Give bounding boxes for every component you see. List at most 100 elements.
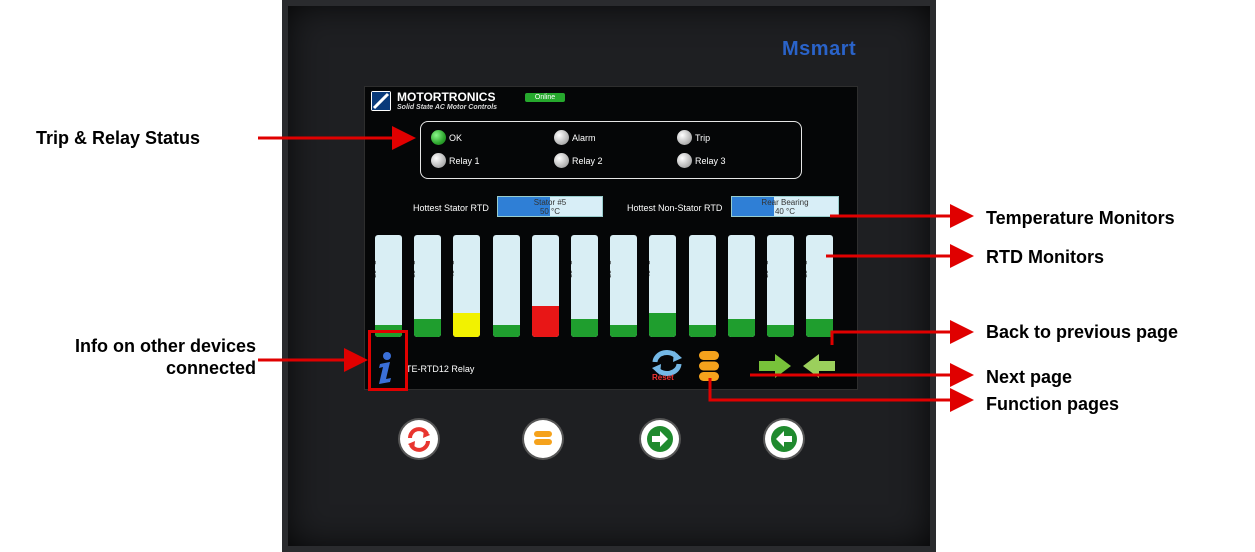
hottest-nonstator-value: 40 °C <box>774 207 796 216</box>
rtd-bar-fill <box>767 324 794 337</box>
rtd-bar: Stator #230 °C <box>414 235 442 337</box>
rtd-bar-fill <box>727 318 755 337</box>
rtd-bar-label: User Defined #230 °C <box>806 239 833 299</box>
rtd-bar-fill <box>492 324 520 337</box>
logo-name: MOTORTRONICS <box>397 90 496 104</box>
rtd-bar: User Defined #230 °C <box>806 235 834 337</box>
rtd-value: 30 °C <box>414 260 417 278</box>
status-label: Alarm <box>572 132 596 143</box>
rtd-bar-fill <box>571 318 598 337</box>
rtd-value: 20 °C <box>492 260 496 278</box>
annotation-info-line2: connected <box>165 358 256 378</box>
status-relay-3: Relay 3 <box>677 153 726 168</box>
rtd-bar: Front Bearing20 °C <box>610 235 638 337</box>
function-pages-button[interactable] <box>697 350 721 382</box>
rtd-bar-label: Rear Bearing40 °C <box>649 239 676 299</box>
rtd-value: 30 °C <box>727 260 731 278</box>
relay-2-led-icon <box>554 153 569 168</box>
relay-1-led-icon <box>431 153 446 168</box>
rtd-value: 40 °C <box>453 260 456 278</box>
motortronics-logo-icon <box>371 91 391 111</box>
rtd-bar: Stator #420 °C <box>492 235 520 337</box>
annotation-back: Back to previous page <box>986 322 1179 342</box>
status-label: Relay 1 <box>449 155 480 166</box>
rtd-value: 20 °C <box>610 260 613 278</box>
annotation-function: Function pages <box>986 394 1120 414</box>
rtd-value: 30 °C <box>806 260 809 278</box>
hw-next-button[interactable] <box>641 420 679 458</box>
info-highlight-box <box>368 330 408 391</box>
rtd-bar-label: Stator #120 °C <box>375 239 402 299</box>
reset-button[interactable]: Reset <box>650 349 684 385</box>
annotation-next: Next page <box>986 367 1073 387</box>
hw-reset-button[interactable] <box>400 420 438 458</box>
previous-page-button[interactable] <box>801 352 837 380</box>
rtd-bar-fill <box>531 306 559 337</box>
hottest-nonstator-text: Rear Bearing 40 °C <box>732 198 838 216</box>
rtd-bar: Rear Bearing40 °C <box>649 235 677 337</box>
rtd-bar-label: Stator #550 °C <box>532 239 559 299</box>
rtd-bar-label: Bearing Box20 °C <box>689 239 716 299</box>
rtd-bar-fill <box>649 312 677 337</box>
annotation-trip-relay: Trip & Relay Status <box>36 128 201 148</box>
rtd-value: 30 °C <box>571 260 574 278</box>
rtd-bar: Ambient30 °C <box>727 235 755 337</box>
hw-back-button[interactable] <box>765 420 803 458</box>
rtd-bar-fill <box>453 312 481 337</box>
status-alarm: Alarm <box>554 130 596 145</box>
arrow-left-icon <box>771 426 797 452</box>
rtd-bar: User Defined #120 °C <box>767 235 794 337</box>
rtd-bar: Bearing Box20 °C <box>688 235 716 337</box>
hottest-stator-text: Stator #5 50 °C <box>498 198 602 216</box>
ok-led-icon <box>431 130 446 145</box>
trip-led-icon <box>677 130 692 145</box>
trip-relay-status-panel: OK Alarm Trip Relay 1 Relay 2 Relay 3 <box>420 121 802 179</box>
reset-label: Reset <box>652 373 674 382</box>
hottest-stator-display: Stator #5 50 °C <box>497 196 603 217</box>
brand-logo: Msmart <box>782 38 857 60</box>
stack-icon <box>699 351 719 381</box>
hottest-nonstator-display: Rear Bearing 40 °C <box>731 196 839 217</box>
stack-icon <box>534 431 552 445</box>
arrow-left-icon <box>803 354 835 378</box>
rtd-bar-label: User Defined #120 °C <box>767 239 794 299</box>
rtd-bar-fill <box>414 318 442 337</box>
refresh-icon <box>408 427 430 452</box>
hw-function-button[interactable] <box>524 420 562 458</box>
status-label: Trip <box>695 132 711 143</box>
hottest-stator-name: Stator #5 <box>533 198 567 207</box>
rtd-bar-fill <box>610 324 638 337</box>
relay-3-led-icon <box>677 153 692 168</box>
hottest-nonstator-name: Rear Bearing <box>761 198 809 207</box>
next-page-button[interactable] <box>757 352 793 380</box>
arrow-right-icon <box>647 426 673 452</box>
rtd-bar-label: Ambient30 °C <box>728 239 755 299</box>
rtd-bar: Stator #120 °C <box>375 235 402 337</box>
hmi-screen: MOTORTRONICS Solid State AC Motor Contro… <box>364 86 858 390</box>
rtd-bar-label: Stator #630 °C <box>571 239 598 299</box>
rtd-value: 40 °C <box>649 260 652 278</box>
status-label: Relay 2 <box>572 155 603 166</box>
rtd-value: 20 °C <box>375 260 378 278</box>
hottest-stator-value: 50 °C <box>539 207 561 216</box>
rtd-bar-label: Stator #230 °C <box>414 239 441 299</box>
alarm-led-icon <box>554 130 569 145</box>
status-trip: Trip <box>677 130 710 145</box>
rtd-value: 20 °C <box>688 260 692 278</box>
hottest-stator-label: Hottest Stator RTD <box>413 203 489 213</box>
rtd-bar-label: Stator #340 °C <box>453 239 480 299</box>
status-relay-2: Relay 2 <box>554 153 603 168</box>
annotation-temperature: Temperature Monitors <box>986 208 1175 228</box>
annotation-rtd: RTD Monitors <box>986 247 1104 267</box>
status-relay-1: Relay 1 <box>431 153 480 168</box>
rtd-bar-fill <box>688 324 716 337</box>
hottest-nonstator-label: Hottest Non-Stator RTD <box>627 203 723 213</box>
arrow-right-icon <box>759 354 791 378</box>
status-label: Relay 3 <box>695 155 726 166</box>
rtd-bar: Stator #550 °C <box>531 235 559 337</box>
rtd-value: 50 °C <box>531 260 535 278</box>
rtd-bar-label: Front Bearing20 °C <box>610 239 637 299</box>
device-name: TE-RTD12 Relay <box>406 364 475 374</box>
rtd-bar-label: Stator #420 °C <box>493 239 520 299</box>
rtd-bar: Stator #630 °C <box>571 235 598 337</box>
